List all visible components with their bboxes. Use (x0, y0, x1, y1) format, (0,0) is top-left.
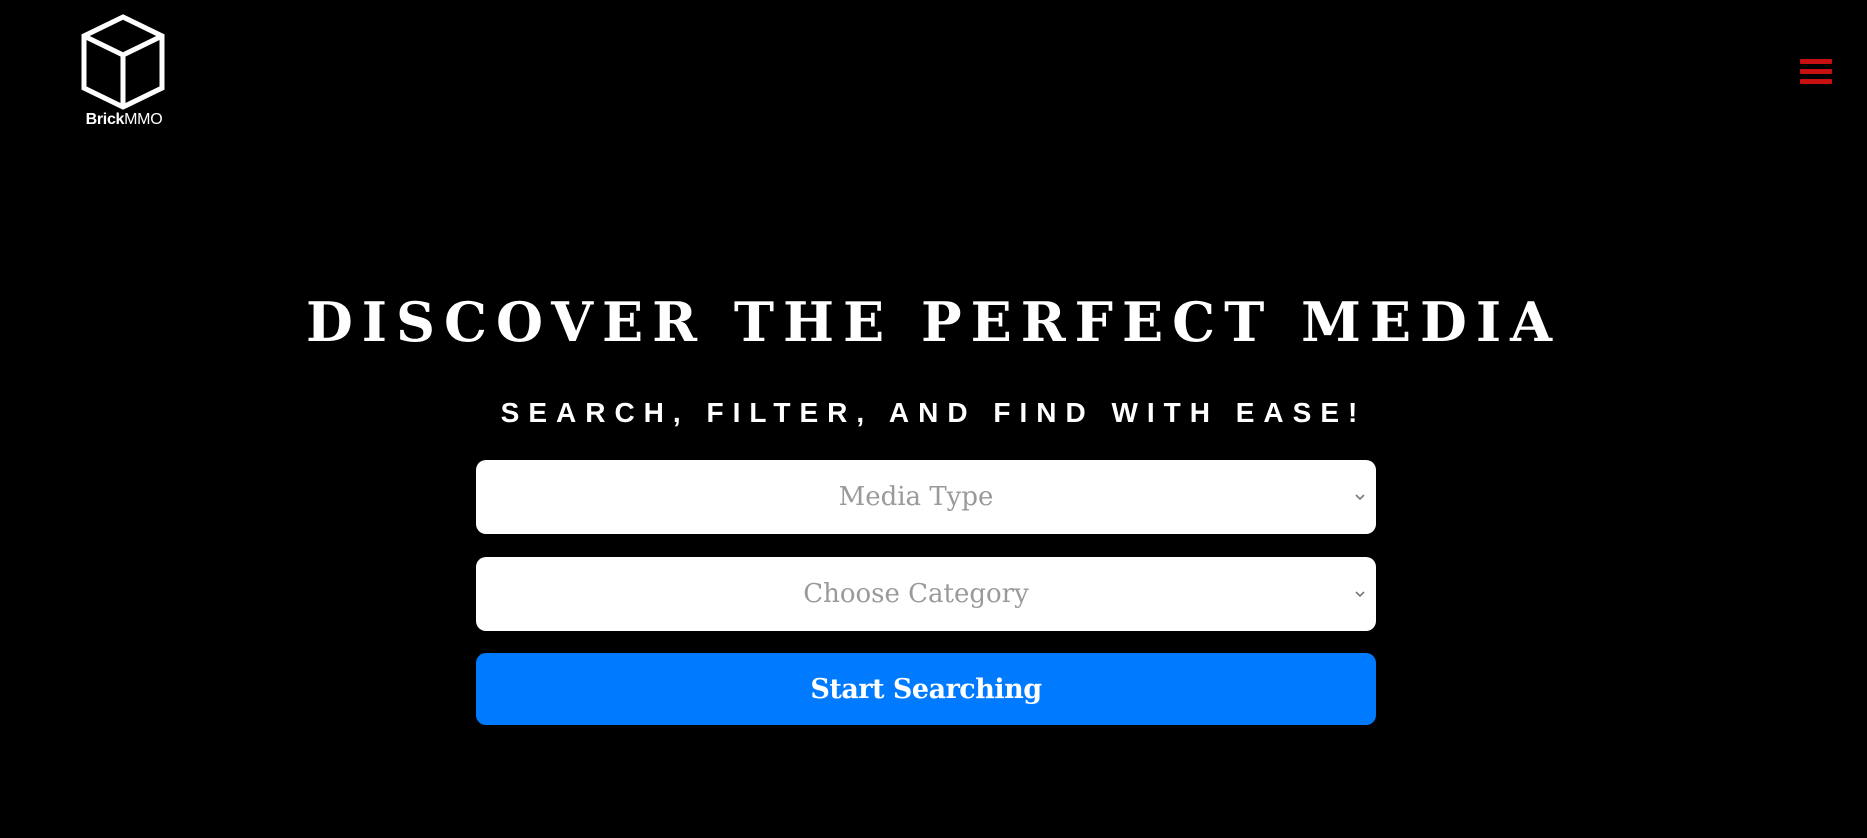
hamburger-menu-icon (1800, 59, 1832, 64)
media-type-placeholder: Media Type (838, 482, 994, 512)
start-searching-button[interactable]: Start Searching (476, 653, 1376, 725)
category-select[interactable]: Choose Category (476, 557, 1376, 631)
brand-name-bold: Brick (85, 111, 125, 128)
hamburger-menu-icon-bar (1800, 79, 1832, 84)
category-placeholder: Choose Category (803, 579, 1029, 609)
brand-name-regular: MMO (124, 111, 163, 128)
chevron-down-icon (1355, 494, 1365, 501)
hero-title: DISCOVER THE PERFECT MEDIA (305, 290, 1562, 354)
brickmmo-logo-link[interactable]: BrickMMO (76, 14, 172, 134)
hamburger-menu-button[interactable] (1798, 57, 1834, 87)
hero-subtitle: SEARCH, FILTER, AND FIND WITH EASE! (500, 397, 1367, 428)
chevron-down-icon (1355, 591, 1365, 598)
hamburger-menu-icon-bar (1800, 69, 1832, 74)
cube-icon (81, 14, 165, 110)
media-type-select[interactable]: Media Type (476, 460, 1376, 534)
brand-name: BrickMMO (76, 111, 172, 129)
